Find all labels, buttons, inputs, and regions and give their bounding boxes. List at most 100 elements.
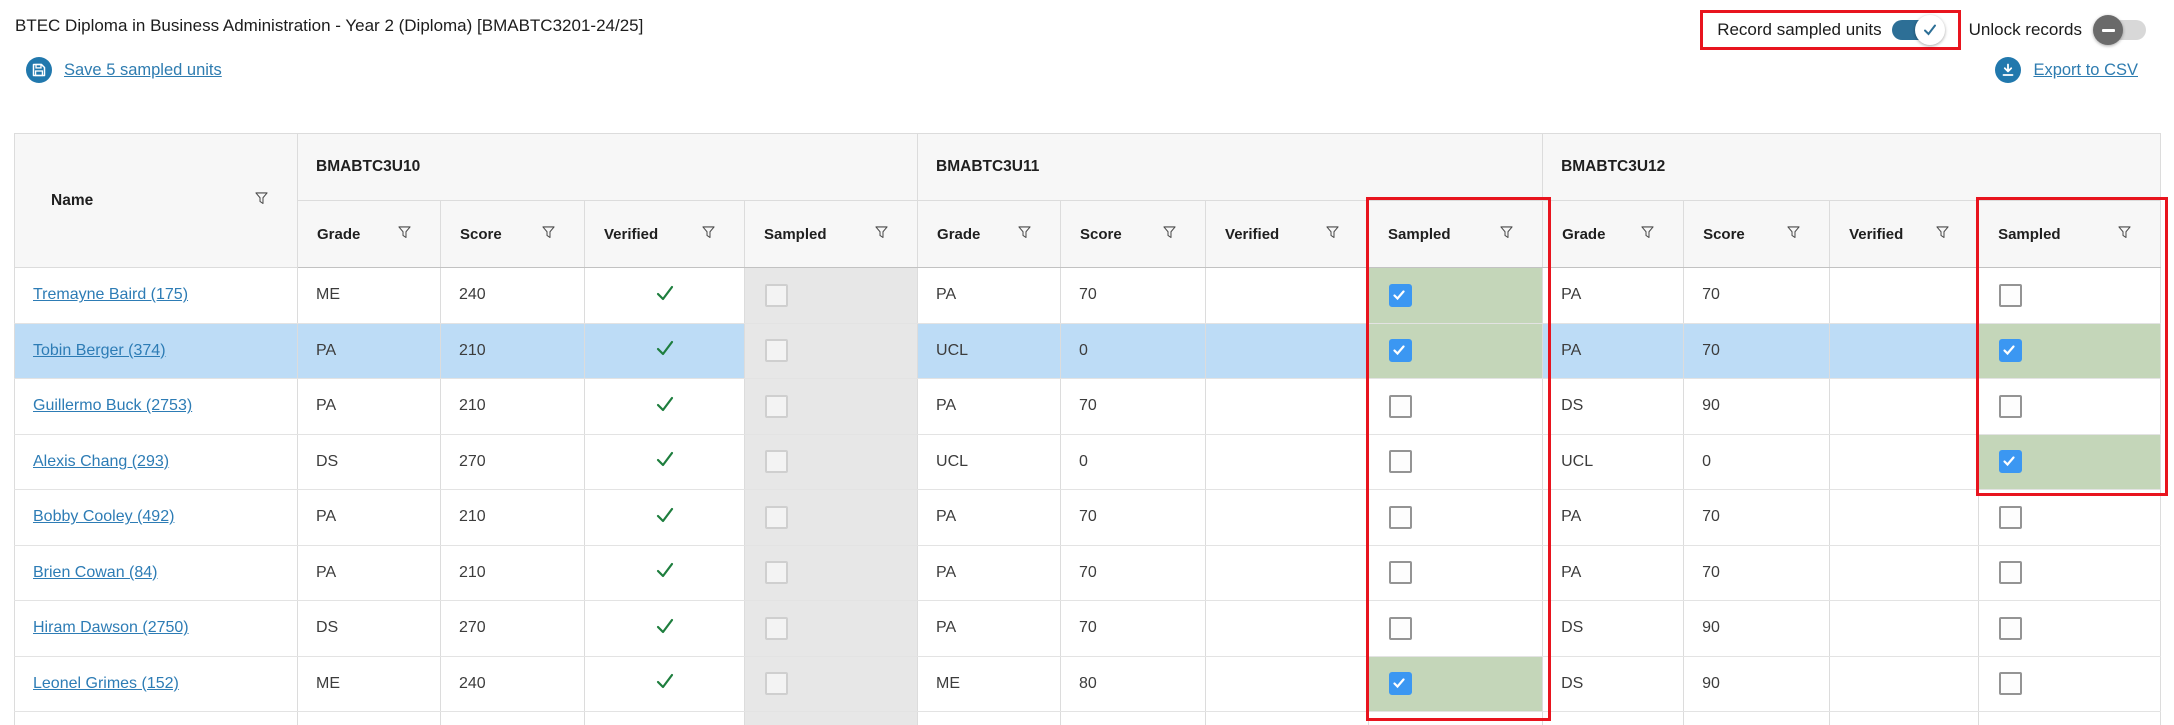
sampled-checkbox[interactable] [1999, 672, 2023, 696]
unlock-records-group: Unlock records [1969, 15, 2146, 45]
sampled-cell [1368, 544, 1544, 601]
record-sampled-units-annotation-box: Record sampled units [1700, 10, 1961, 50]
minus-icon [2093, 15, 2123, 45]
score-cell: 70 [1060, 600, 1207, 657]
student-link[interactable]: Hiram Dawson (2750) [33, 619, 189, 636]
score-cell: 210 [440, 378, 585, 435]
grade-cell: PA [917, 378, 1062, 435]
sampled-checkbox[interactable] [1999, 283, 2023, 307]
filter-funnel-icon[interactable] [1500, 225, 1513, 243]
score-cell: 80 [1060, 655, 1207, 712]
sampled-checkbox[interactable] [1999, 450, 2023, 474]
green-check-icon [656, 396, 673, 411]
verified-cell [584, 378, 745, 435]
score-cell: 210 [440, 322, 585, 379]
verified-cell [1829, 544, 1980, 601]
grade-cell: PA [297, 322, 441, 379]
sampled-checkbox[interactable] [1999, 561, 2023, 585]
grade-column-header: Grade [1542, 200, 1685, 268]
student-link[interactable]: Tobin Berger (374) [33, 342, 166, 359]
grade-cell [297, 711, 441, 725]
score-cell: 90 [1683, 655, 1831, 712]
sampled-cell [743, 267, 919, 324]
filter-funnel-icon[interactable] [542, 225, 555, 243]
score-cell: 70 [1060, 544, 1207, 601]
grade-cell: PA [917, 267, 1062, 324]
filter-funnel-icon[interactable] [1018, 225, 1031, 243]
score-cell: 270 [440, 433, 585, 490]
sampled-checkbox[interactable] [1389, 561, 1413, 585]
download-icon[interactable] [1995, 57, 2022, 83]
verified-cell [1205, 322, 1370, 379]
save-icon[interactable] [26, 57, 52, 83]
filter-funnel-icon[interactable] [1326, 225, 1339, 243]
sampled-checkbox[interactable] [1999, 339, 2023, 363]
green-check-icon [656, 452, 673, 467]
sampled-checkbox [765, 394, 788, 418]
export-to-csv-link[interactable]: Export to CSV [2033, 61, 2138, 80]
grade-cell: PA [1542, 267, 1685, 324]
filter-funnel-icon[interactable] [1787, 225, 1800, 243]
filter-funnel-icon[interactable] [1163, 225, 1176, 243]
sampled-checkbox[interactable] [1389, 339, 1413, 363]
verified-cell [1829, 267, 1980, 324]
table-row: Bobby Cooley (492) PA 210 PA 70 PA 70 [14, 489, 2162, 546]
student-link[interactable]: Alexis Chang (293) [33, 453, 169, 470]
grade-cell: UCL [917, 322, 1062, 379]
verified-cell [1205, 655, 1370, 712]
grade-cell: DS [297, 433, 441, 490]
score-column-header: Score [1060, 200, 1207, 268]
record-sampled-units-toggle[interactable] [1891, 15, 1945, 45]
verified-cell [584, 322, 745, 379]
score-cell: 70 [1683, 489, 1831, 546]
unlock-records-toggle[interactable] [2093, 15, 2146, 45]
sampled-cell [1978, 267, 2162, 324]
sampled-checkbox[interactable] [1999, 616, 2023, 640]
name-column-header: Name [14, 133, 298, 268]
grade-cell [917, 711, 1062, 725]
score-cell [1683, 711, 1831, 725]
sampled-column-header: Sampled [743, 200, 919, 268]
save-sampled-units-link[interactable]: Save 5 sampled units [64, 61, 222, 80]
score-cell: 70 [1683, 267, 1831, 324]
verified-cell [584, 655, 745, 712]
sampled-checkbox[interactable] [1389, 394, 1413, 418]
filter-funnel-icon[interactable] [398, 225, 411, 243]
filter-funnel-icon[interactable] [1641, 225, 1654, 243]
filter-funnel-icon[interactable] [875, 225, 888, 243]
student-link[interactable]: Brien Cowan (84) [33, 564, 158, 581]
sampled-checkbox[interactable] [1389, 672, 1413, 696]
table-row: Brien Cowan (84) PA 210 PA 70 PA 70 [14, 544, 2162, 601]
verified-column-header: Verified [1829, 200, 1980, 268]
grade-cell: PA [297, 489, 441, 546]
sampled-checkbox[interactable] [1999, 394, 2023, 418]
verified-cell [1205, 267, 1370, 324]
student-link[interactable]: Guillermo Buck (2753) [33, 397, 192, 414]
student-link[interactable]: Leonel Grimes (152) [33, 675, 179, 692]
sampled-cell [1368, 267, 1544, 324]
sampled-cell [743, 433, 919, 490]
verified-cell [1205, 711, 1370, 725]
sampled-checkbox[interactable] [1999, 505, 2023, 529]
unit-group-header: BMABTC3U12 [1542, 133, 2162, 201]
score-cell [440, 711, 585, 725]
score-cell [1060, 711, 1207, 725]
verified-cell [584, 489, 745, 546]
filter-funnel-icon[interactable] [255, 191, 268, 210]
sampled-cell [1978, 544, 2162, 601]
student-link[interactable]: Bobby Cooley (492) [33, 508, 174, 525]
sampled-checkbox[interactable] [1389, 505, 1413, 529]
sampled-checkbox[interactable] [1389, 450, 1413, 474]
sampled-checkbox[interactable] [1389, 616, 1413, 640]
student-link[interactable]: Tremayne Baird (175) [33, 286, 188, 303]
score-cell: 240 [440, 655, 585, 712]
filter-funnel-icon[interactable] [2118, 225, 2131, 243]
page-title: BTEC Diploma in Business Administration … [15, 16, 644, 35]
sub-header-row: Grade Score Verified Sampled Grade Score… [15, 200, 2162, 268]
filter-funnel-icon[interactable] [702, 225, 715, 243]
grade-cell: PA [297, 544, 441, 601]
sampled-checkbox[interactable] [1389, 283, 1413, 307]
filter-funnel-icon[interactable] [1936, 225, 1949, 243]
score-cell: 90 [1683, 378, 1831, 435]
sampled-checkbox [765, 450, 788, 474]
